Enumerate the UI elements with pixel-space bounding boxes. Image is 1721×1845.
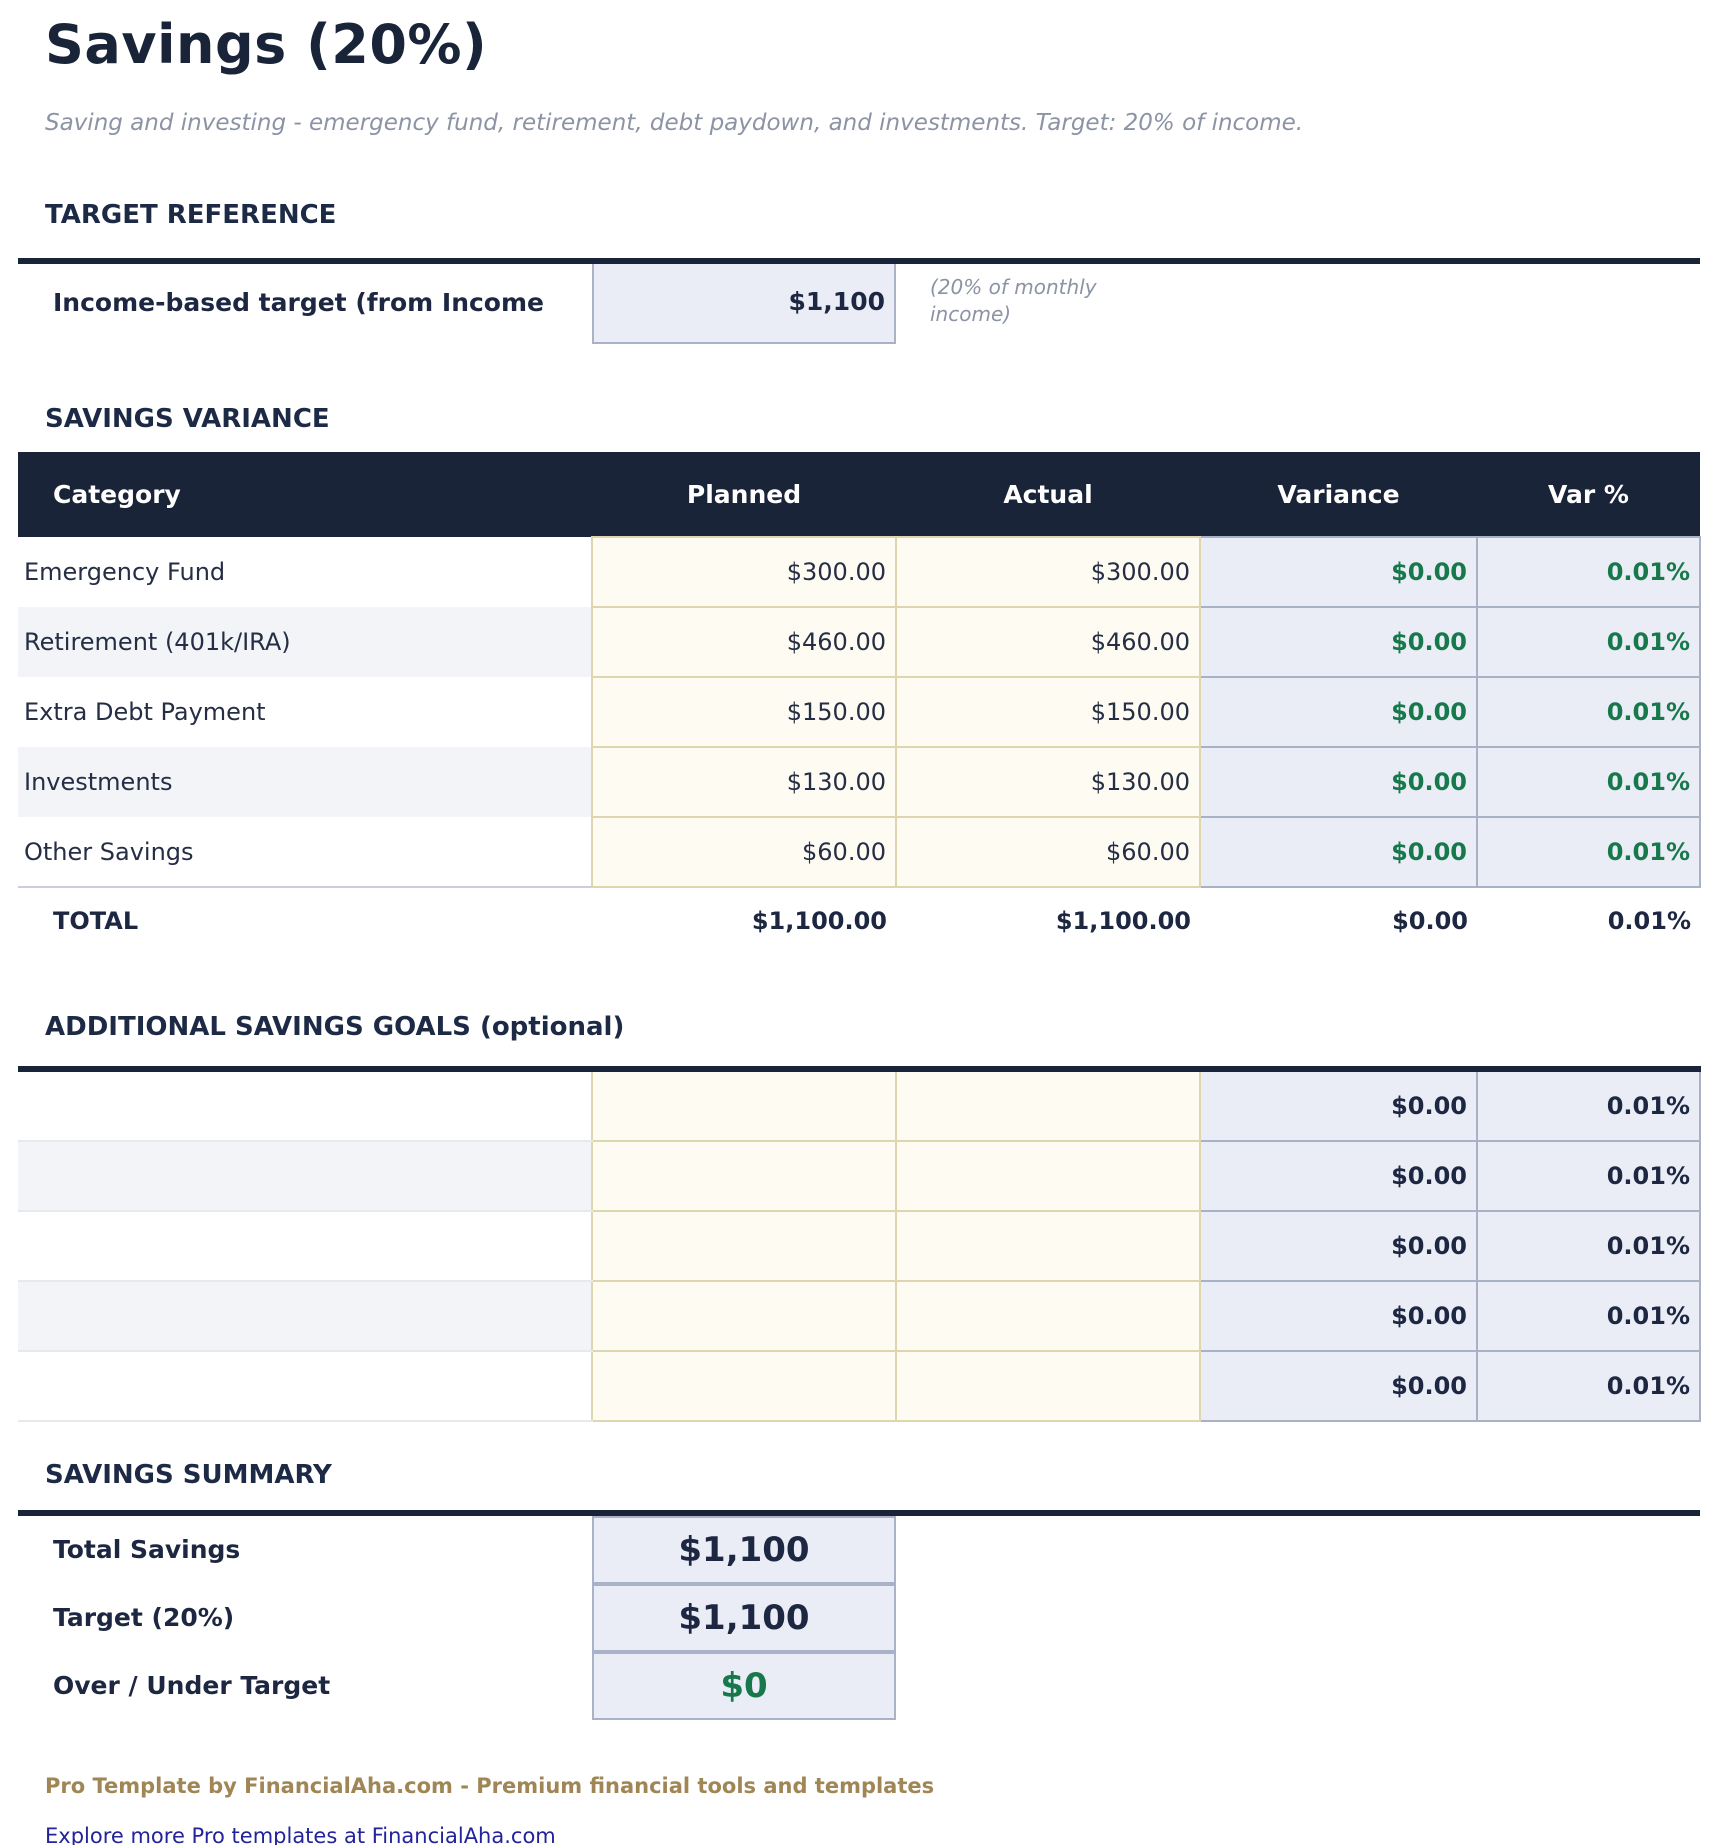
summary-label: Target (20%) — [18, 1584, 592, 1652]
total-row: TOTAL $1,100.00 $1,100.00 $0.00 0.01% — [18, 887, 1700, 954]
column-header-variance: Variance — [1200, 452, 1477, 537]
target-reference-row: Income-based target (from Income $1,100 … — [18, 258, 1700, 344]
goal-category-cell[interactable] — [18, 1069, 592, 1141]
goal-planned-cell[interactable] — [592, 1069, 896, 1141]
footer-credit-text: Pro Template by FinancialAha.com - Premi… — [45, 1774, 1721, 1798]
goal-variance-cell[interactable]: $0.00 — [1200, 1211, 1477, 1281]
total-variance: $0.00 — [1200, 887, 1477, 954]
planned-cell[interactable]: $150.00 — [592, 677, 896, 747]
category-cell: Other Savings — [18, 817, 592, 887]
goal-variance-cell[interactable]: $0.00 — [1200, 1281, 1477, 1351]
table-row: Other Savings $60.00 $60.00 $0.00 0.01% — [18, 817, 1700, 887]
actual-cell[interactable]: $300.00 — [896, 537, 1200, 607]
summary-row-total-savings: Total Savings $1,100 — [18, 1516, 1700, 1584]
goal-var-pct-cell[interactable]: 0.01% — [1477, 1141, 1700, 1211]
summary-row-over-under: Over / Under Target $0 — [18, 1652, 1700, 1720]
column-header-actual: Actual — [896, 452, 1200, 537]
actual-cell[interactable]: $130.00 — [896, 747, 1200, 817]
page-title: Savings (20%) — [45, 14, 1721, 76]
var-pct-cell[interactable]: 0.01% — [1477, 747, 1700, 817]
goal-planned-cell[interactable] — [592, 1351, 896, 1421]
variance-cell[interactable]: $0.00 — [1200, 537, 1477, 607]
target-reference-note: (20% of monthly income) — [930, 264, 1160, 344]
actual-cell[interactable]: $60.00 — [896, 817, 1200, 887]
planned-cell[interactable]: $130.00 — [592, 747, 896, 817]
summary-value-cell[interactable]: $1,100 — [592, 1516, 896, 1584]
planned-cell[interactable]: $460.00 — [592, 607, 896, 677]
table-row: Extra Debt Payment $150.00 $150.00 $0.00… — [18, 677, 1700, 747]
summary-row-target: Target (20%) $1,100 — [18, 1584, 1700, 1652]
section-heading-additional-goals: ADDITIONAL SAVINGS GOALS (optional) — [45, 1010, 1721, 1044]
goal-category-cell[interactable] — [18, 1141, 592, 1211]
planned-cell[interactable]: $300.00 — [592, 537, 896, 607]
table-row: Retirement (401k/IRA) $460.00 $460.00 $0… — [18, 607, 1700, 677]
var-pct-cell[interactable]: 0.01% — [1477, 607, 1700, 677]
table-row: $0.00 0.01% — [18, 1211, 1700, 1281]
section-heading-savings-variance: SAVINGS VARIANCE — [45, 402, 1721, 436]
goal-planned-cell[interactable] — [592, 1211, 896, 1281]
summary-value-cell[interactable]: $1,100 — [592, 1584, 896, 1652]
goal-var-pct-cell[interactable]: 0.01% — [1477, 1069, 1700, 1141]
section-heading-savings-summary: SAVINGS SUMMARY — [45, 1458, 1721, 1492]
goal-actual-cell[interactable] — [896, 1141, 1200, 1211]
summary-value-cell[interactable]: $0 — [592, 1652, 896, 1720]
goal-actual-cell[interactable] — [896, 1281, 1200, 1351]
var-pct-cell[interactable]: 0.01% — [1477, 817, 1700, 887]
goal-variance-cell[interactable]: $0.00 — [1200, 1069, 1477, 1141]
column-header-planned: Planned — [592, 452, 896, 537]
goal-actual-cell[interactable] — [896, 1069, 1200, 1141]
variance-cell[interactable]: $0.00 — [1200, 607, 1477, 677]
total-label: TOTAL — [18, 887, 592, 954]
var-pct-cell[interactable]: 0.01% — [1477, 537, 1700, 607]
page-subtitle: Saving and investing - emergency fund, r… — [45, 110, 1721, 136]
table-row: $0.00 0.01% — [18, 1281, 1700, 1351]
goal-planned-cell[interactable] — [592, 1281, 896, 1351]
table-row: $0.00 0.01% — [18, 1351, 1700, 1421]
category-cell: Extra Debt Payment — [18, 677, 592, 747]
var-pct-cell[interactable]: 0.01% — [1477, 677, 1700, 747]
variance-cell[interactable]: $0.00 — [1200, 747, 1477, 817]
savings-template-page: Savings (20%) Saving and investing - eme… — [0, 0, 1721, 1845]
goal-category-cell[interactable] — [18, 1351, 592, 1421]
section-heading-target-reference: TARGET REFERENCE — [45, 198, 1721, 232]
table-row: $0.00 0.01% — [18, 1069, 1700, 1141]
actual-cell[interactable]: $460.00 — [896, 607, 1200, 677]
category-cell: Emergency Fund — [18, 537, 592, 607]
actual-cell[interactable]: $150.00 — [896, 677, 1200, 747]
column-header-category: Category — [18, 452, 592, 537]
total-planned: $1,100.00 — [592, 887, 896, 954]
total-var-pct: 0.01% — [1477, 887, 1700, 954]
goal-category-cell[interactable] — [18, 1281, 592, 1351]
table-row: Investments $130.00 $130.00 $0.00 0.01% — [18, 747, 1700, 817]
category-cell: Retirement (401k/IRA) — [18, 607, 592, 677]
summary-label: Over / Under Target — [18, 1652, 592, 1720]
table-row: $0.00 0.01% — [18, 1141, 1700, 1211]
summary-label: Total Savings — [18, 1516, 592, 1584]
goal-var-pct-cell[interactable]: 0.01% — [1477, 1211, 1700, 1281]
goal-var-pct-cell[interactable]: 0.01% — [1477, 1281, 1700, 1351]
variance-cell[interactable]: $0.00 — [1200, 677, 1477, 747]
variance-cell[interactable]: $0.00 — [1200, 817, 1477, 887]
savings-variance-table: Category Planned Actual Variance Var % E… — [18, 452, 1701, 954]
goal-actual-cell[interactable] — [896, 1211, 1200, 1281]
goal-actual-cell[interactable] — [896, 1351, 1200, 1421]
category-cell: Investments — [18, 747, 592, 817]
column-header-var-pct: Var % — [1477, 452, 1700, 537]
goal-var-pct-cell[interactable]: 0.01% — [1477, 1351, 1700, 1421]
total-actual: $1,100.00 — [896, 887, 1200, 954]
target-reference-value-cell[interactable]: $1,100 — [592, 264, 896, 344]
additional-goals-table: $0.00 0.01% $0.00 0.01% $0.00 0.01% — [18, 1066, 1701, 1422]
target-reference-label: Income-based target (from Income — [18, 264, 592, 344]
goal-category-cell[interactable] — [18, 1211, 592, 1281]
goal-planned-cell[interactable] — [592, 1141, 896, 1211]
table-row: Emergency Fund $300.00 $300.00 $0.00 0.0… — [18, 537, 1700, 607]
planned-cell[interactable]: $60.00 — [592, 817, 896, 887]
footer-explore-link[interactable]: Explore more Pro templates at FinancialA… — [45, 1824, 556, 1845]
goal-variance-cell[interactable]: $0.00 — [1200, 1141, 1477, 1211]
goal-variance-cell[interactable]: $0.00 — [1200, 1351, 1477, 1421]
savings-summary-table: Total Savings $1,100 Target (20%) $1,100… — [18, 1510, 1700, 1720]
variance-header-row: Category Planned Actual Variance Var % — [18, 452, 1700, 537]
